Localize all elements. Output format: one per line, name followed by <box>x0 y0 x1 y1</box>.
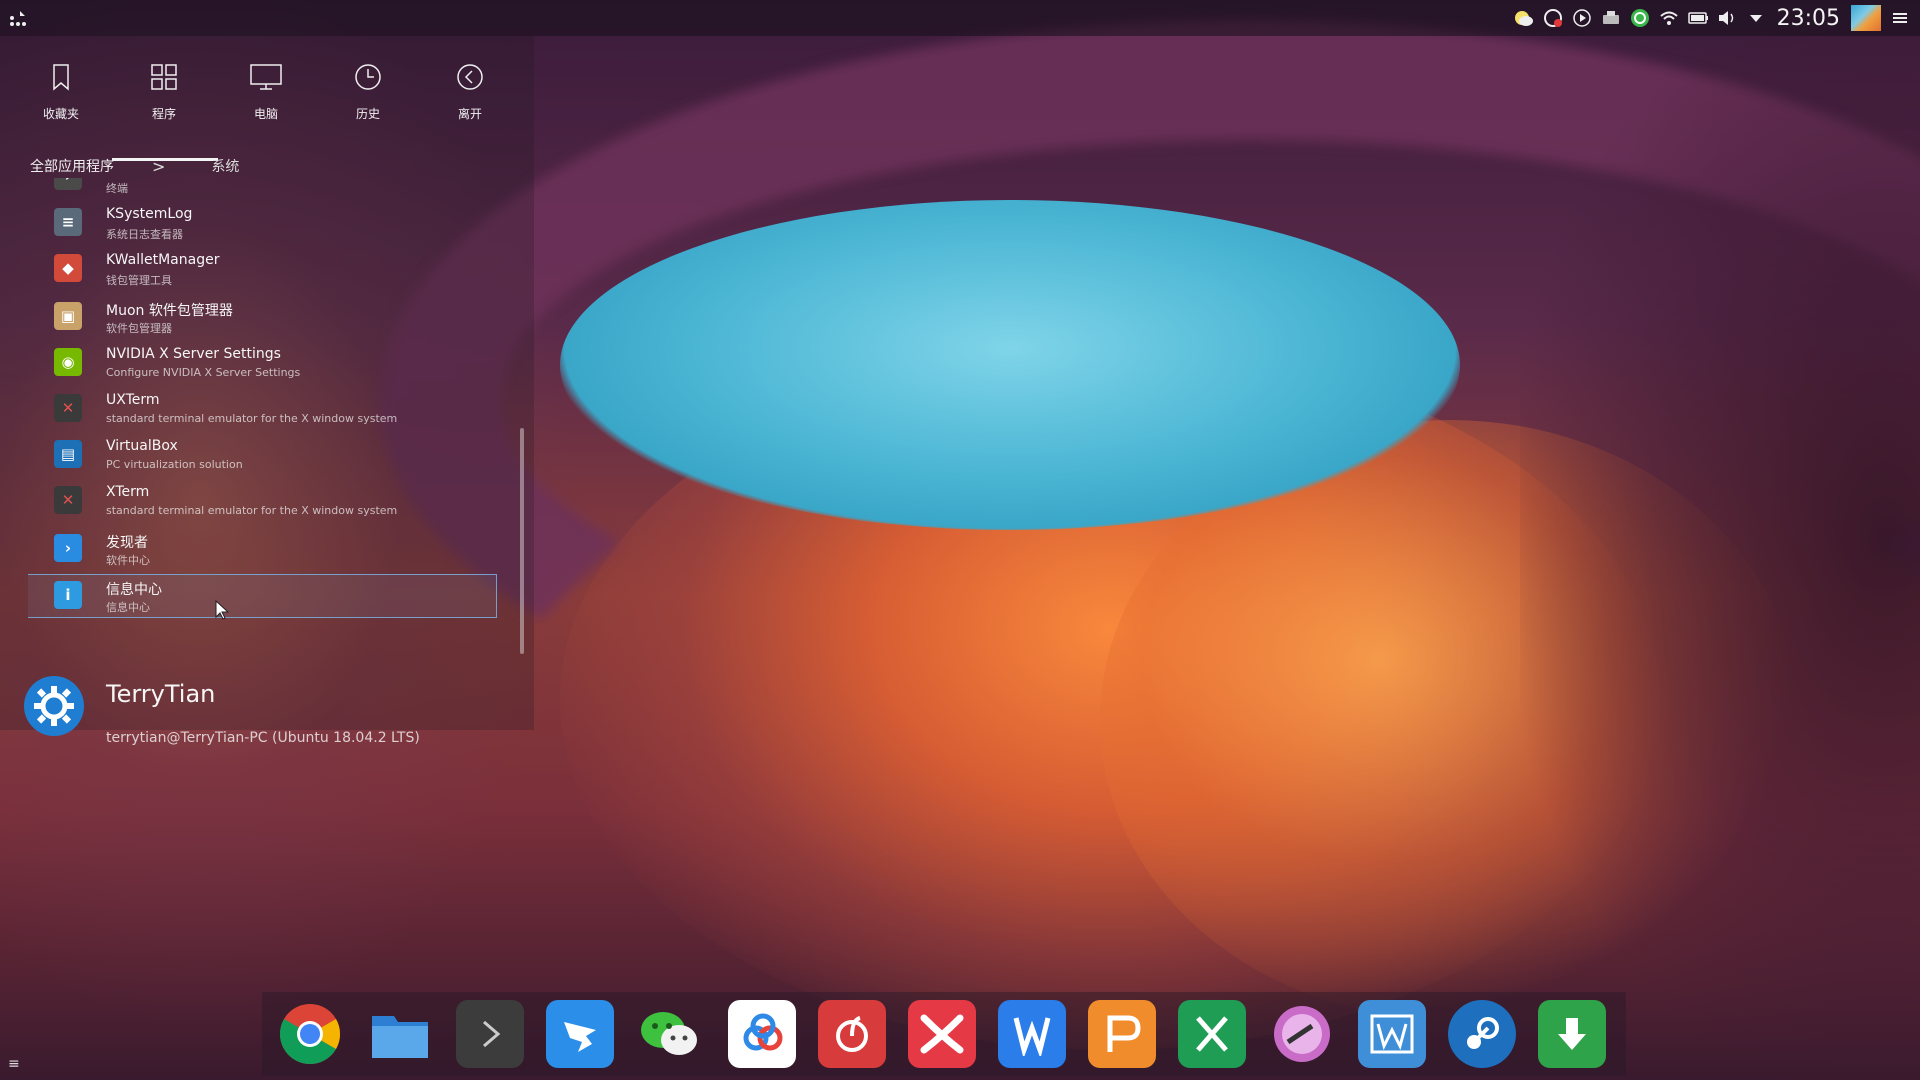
list-item[interactable]: › 发现者 软件中心 <box>28 528 496 572</box>
log-icon: ≡ <box>54 208 82 236</box>
app-desc: 钱包管理工具 <box>106 274 172 287</box>
wps-spreadsheet-icon[interactable] <box>1178 1000 1246 1068</box>
breadcrumb: 全部应用程序 > 系统 <box>30 154 239 178</box>
app-desc: standard terminal emulator for the X win… <box>106 504 398 517</box>
grid-icon <box>150 58 178 96</box>
app-name: NVIDIA X Server Settings <box>106 346 281 362</box>
tab-computer[interactable]: 电脑 <box>215 58 317 154</box>
list-item[interactable]: ▤ VirtualBox PC virtualization solution <box>28 434 496 478</box>
corner-menu-icon[interactable]: ≡ <box>8 1056 20 1072</box>
hamburger-menu-icon[interactable] <box>1890 8 1910 28</box>
app-desc: PC virtualization solution <box>106 458 243 471</box>
app-name: Muon 软件包管理器 <box>106 303 233 319</box>
tab-label: 历史 <box>355 107 380 121</box>
xmind-icon[interactable] <box>908 1000 976 1068</box>
app-desc: 软件中心 <box>106 554 150 567</box>
kde-gear-icon <box>24 676 84 736</box>
info-center-icon: i <box>54 581 82 609</box>
tab-leave[interactable]: 离开 <box>419 58 521 154</box>
steam-icon[interactable] <box>1448 1000 1516 1068</box>
cloud-icon[interactable] <box>728 1000 796 1068</box>
app-name: KSystemLog <box>106 206 193 222</box>
list-item[interactable]: ◉ NVIDIA X Server Settings Configure NVI… <box>28 342 496 386</box>
terminal-icon: › <box>54 178 82 190</box>
media-player-icon[interactable] <box>1572 8 1592 28</box>
app-desc: 软件包管理器 <box>106 322 172 335</box>
tab-label: 程序 <box>151 107 176 121</box>
folder-icon[interactable] <box>366 1000 434 1068</box>
nvidia-icon: ◉ <box>54 348 82 376</box>
discover-icon: › <box>54 534 82 562</box>
xterm-icon: ✕ <box>54 394 82 422</box>
wallet-icon: ◆ <box>54 254 82 282</box>
bookmark-icon <box>51 58 71 96</box>
package-icon: ▣ <box>54 302 82 330</box>
expand-arrow-icon[interactable] <box>1746 8 1766 28</box>
tab-label: 收藏夹 <box>42 107 79 121</box>
virtualbox-icon: ▤ <box>54 440 82 468</box>
update-icon[interactable] <box>1543 8 1563 28</box>
application-launcher: 收藏夹 程序 电脑 历史 离开 全部应用程序 > 系统 › 终端 <box>0 36 534 746</box>
volume-icon[interactable] <box>1717 8 1737 28</box>
app-desc: standard terminal emulator for the X win… <box>106 412 398 425</box>
app-name: VirtualBox <box>106 438 178 454</box>
app-name: 信息中心 <box>106 582 162 598</box>
user-host: terrytian@TerryTian-PC (Ubuntu 18.04.2 L… <box>106 730 420 746</box>
app-desc: 系统日志查看器 <box>106 228 183 241</box>
app-desc: 信息中心 <box>106 601 150 614</box>
list-item[interactable]: ▣ Muon 软件包管理器 软件包管理器 <box>28 296 496 340</box>
user-name: TerryTian <box>106 680 216 708</box>
wps-writer-icon[interactable] <box>998 1000 1066 1068</box>
list-item[interactable]: › 终端 <box>28 178 496 200</box>
user-info: TerryTian terrytian@TerryTian-PC (Ubuntu… <box>24 676 504 746</box>
flameshot-icon[interactable] <box>1268 1000 1336 1068</box>
tab-label: 电脑 <box>253 107 278 121</box>
mouse-cursor-icon <box>215 599 230 625</box>
music-icon[interactable] <box>818 1000 886 1068</box>
360-security-icon[interactable] <box>1630 8 1650 28</box>
wps-pdf-icon[interactable] <box>1358 1000 1426 1068</box>
app-name: UXTerm <box>106 392 160 408</box>
list-item[interactable]: ✕ XTerm standard terminal emulator for t… <box>28 480 496 524</box>
list-item[interactable]: ✕ UXTerm standard terminal emulator for … <box>28 388 496 432</box>
app-name: KWalletManager <box>106 252 220 268</box>
list-item[interactable]: ≡ KSystemLog 系统日志查看器 <box>28 202 496 246</box>
wps-presentation-icon[interactable] <box>1088 1000 1156 1068</box>
breadcrumb-separator: > <box>152 156 166 176</box>
app-name: XTerm <box>106 484 150 500</box>
tab-label: 离开 <box>457 107 482 121</box>
clock[interactable]: 23:05 <box>1777 6 1840 31</box>
breadcrumb-all-apps[interactable]: 全部应用程序 <box>30 156 114 176</box>
system-tray: 23:05 <box>1514 0 1910 36</box>
monitor-icon <box>250 58 282 96</box>
dock <box>262 992 1626 1076</box>
app-desc: 终端 <box>106 182 128 195</box>
wifi-icon[interactable] <box>1659 8 1679 28</box>
desktop-preview-thumbnail[interactable] <box>1851 5 1881 31</box>
back-circle-icon <box>456 58 484 96</box>
top-panel: 23:05 <box>0 0 1920 36</box>
launcher-tabs: 收藏夹 程序 电脑 历史 离开 <box>0 58 534 161</box>
tab-history[interactable]: 历史 <box>317 58 419 154</box>
app-name: 发现者 <box>106 535 148 551</box>
breadcrumb-current[interactable]: 系统 <box>211 156 239 176</box>
battery-icon[interactable] <box>1687 8 1708 28</box>
list-scrollbar[interactable] <box>520 428 524 654</box>
list-item-selected[interactable]: i 信息中心 信息中心 <box>28 574 497 618</box>
wechat-icon[interactable] <box>636 1000 704 1068</box>
weather-icon[interactable] <box>1514 8 1534 28</box>
chrome-icon[interactable] <box>276 1000 344 1068</box>
dingtalk-icon[interactable] <box>546 1000 614 1068</box>
clock-icon <box>354 58 382 96</box>
xterm-icon: ✕ <box>54 486 82 514</box>
application-list: › 终端 ≡ KSystemLog 系统日志查看器 ◆ KWalletManag… <box>28 178 498 658</box>
list-item[interactable]: ◆ KWalletManager 钱包管理工具 <box>28 248 496 292</box>
tab-favorites[interactable]: 收藏夹 <box>10 58 112 154</box>
printer-icon[interactable] <box>1601 8 1621 28</box>
app-desc: Configure NVIDIA X Server Settings <box>106 366 301 379</box>
tab-programs[interactable]: 程序 <box>113 58 215 154</box>
kde-kickoff-icon[interactable] <box>4 3 34 33</box>
terminal-prompt-icon[interactable] <box>456 1000 524 1068</box>
download-icon[interactable] <box>1538 1000 1606 1068</box>
